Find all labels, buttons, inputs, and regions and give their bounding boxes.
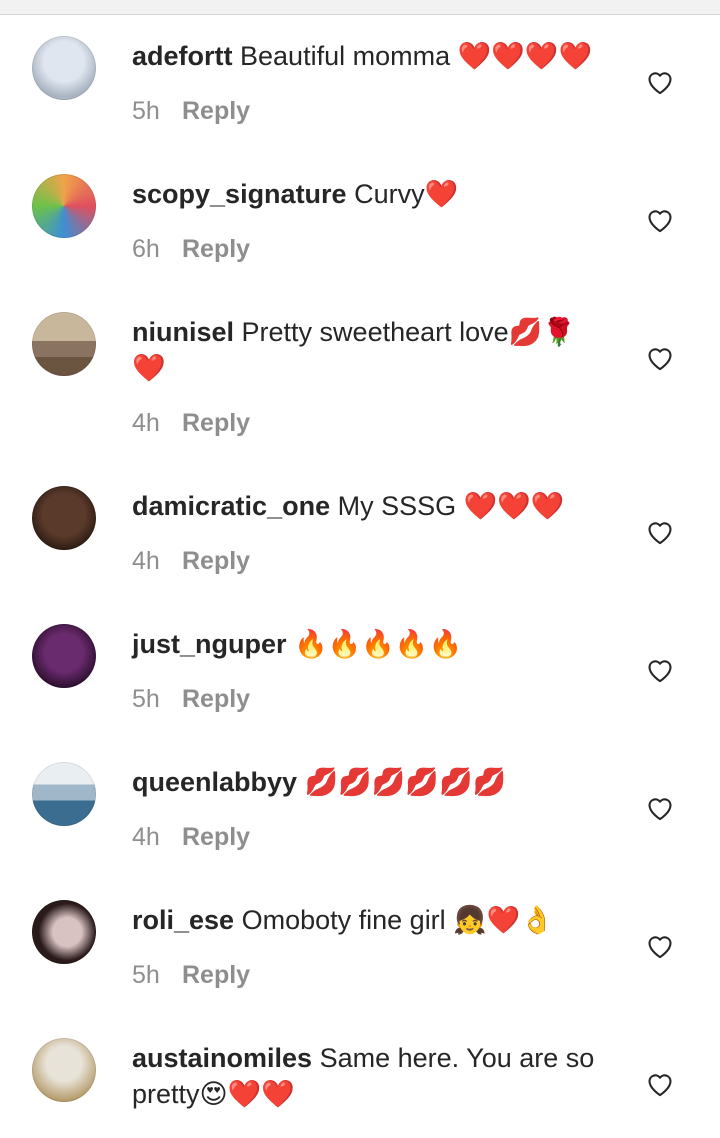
comment-text: damicratic_one My SSSG ❤️❤️❤️	[132, 488, 602, 524]
avatar[interactable]	[32, 1038, 96, 1102]
comment-item: scopy_signature Curvy❤️ 6h Reply	[0, 174, 720, 264]
comment-meta: 4h Reply	[132, 822, 602, 852]
heart-outline-icon[interactable]	[646, 933, 674, 959]
comment-message: Beautiful momma ❤️❤️❤️❤️	[240, 41, 593, 71]
avatar[interactable]	[32, 312, 96, 376]
comment-time: 6h	[132, 235, 160, 263]
avatar[interactable]	[32, 174, 96, 238]
reply-button[interactable]: Reply	[182, 96, 250, 126]
comment-item: adefortt Beautiful momma ❤️❤️❤️❤️ 5h Rep…	[0, 36, 720, 126]
comment-username[interactable]: damicratic_one	[132, 491, 330, 521]
comment-item: just_nguper 🔥🔥🔥🔥🔥 5h Reply	[0, 624, 720, 714]
heart-outline-icon[interactable]	[646, 69, 674, 95]
comment-username[interactable]: niunisel	[132, 317, 234, 347]
comment-list: adefortt Beautiful momma ❤️❤️❤️❤️ 5h Rep…	[0, 36, 720, 1112]
reply-button[interactable]: Reply	[182, 234, 250, 264]
comment-time: 4h	[132, 409, 160, 437]
comment-message: 💋💋💋💋💋💋	[304, 767, 507, 797]
heart-outline-icon[interactable]	[646, 795, 674, 821]
comment-meta: 5h Reply	[132, 960, 602, 990]
comment-text: roli_ese Omoboty fine girl 👧❤️👌	[132, 902, 602, 938]
avatar[interactable]	[32, 36, 96, 100]
heart-outline-icon[interactable]	[646, 657, 674, 683]
comment-text: niunisel Pretty sweetheart love💋🌹❤️	[132, 314, 602, 386]
comment-meta: 5h Reply	[132, 684, 602, 714]
comment-username[interactable]: austainomiles	[132, 1043, 312, 1073]
heart-outline-icon[interactable]	[646, 1071, 674, 1097]
comment-meta: 4h Reply	[132, 546, 602, 576]
comment-time: 4h	[132, 547, 160, 575]
comment-item: queenlabbyy 💋💋💋💋💋💋 4h Reply	[0, 762, 720, 852]
heart-outline-icon[interactable]	[646, 207, 674, 233]
comment-username[interactable]: scopy_signature	[132, 179, 347, 209]
reply-button[interactable]: Reply	[182, 408, 250, 438]
comment-username[interactable]: queenlabbyy	[132, 767, 297, 797]
heart-outline-icon[interactable]	[646, 345, 674, 371]
comment-time: 4h	[132, 823, 160, 851]
comment-item: niunisel Pretty sweetheart love💋🌹❤️ 4h R…	[0, 312, 720, 438]
comment-message: Curvy❤️	[354, 179, 459, 209]
comment-meta: 4h Reply	[132, 408, 602, 438]
comment-time: 5h	[132, 961, 160, 989]
comment-text: queenlabbyy 💋💋💋💋💋💋	[132, 764, 602, 800]
comment-message: Omoboty fine girl 👧❤️👌	[241, 905, 555, 935]
comment-meta: 5h Reply	[132, 96, 602, 126]
comment-item: damicratic_one My SSSG ❤️❤️❤️ 4h Reply	[0, 486, 720, 576]
comment-time: 5h	[132, 97, 160, 125]
comment-text: just_nguper 🔥🔥🔥🔥🔥	[132, 626, 602, 662]
comment-item: austainomiles Same here. You are so pret…	[0, 1038, 720, 1112]
comment-username[interactable]: adefortt	[132, 41, 233, 71]
avatar[interactable]	[32, 624, 96, 688]
avatar[interactable]	[32, 486, 96, 550]
reply-button[interactable]: Reply	[182, 822, 250, 852]
comment-username[interactable]: roli_ese	[132, 905, 234, 935]
reply-button[interactable]: Reply	[182, 546, 250, 576]
comment-text: scopy_signature Curvy❤️	[132, 176, 602, 212]
comment-item: roli_ese Omoboty fine girl 👧❤️👌 5h Reply	[0, 900, 720, 990]
comment-text: austainomiles Same here. You are so pret…	[132, 1040, 602, 1112]
comment-meta: 6h Reply	[132, 234, 602, 264]
top-divider	[0, 0, 720, 15]
avatar[interactable]	[32, 900, 96, 964]
heart-outline-icon[interactable]	[646, 519, 674, 545]
avatar[interactable]	[32, 762, 96, 826]
comment-time: 5h	[132, 685, 160, 713]
reply-button[interactable]: Reply	[182, 960, 250, 990]
comment-text: adefortt Beautiful momma ❤️❤️❤️❤️	[132, 38, 602, 74]
comment-message: My SSSG ❤️❤️❤️	[337, 491, 565, 521]
comment-username[interactable]: just_nguper	[132, 629, 287, 659]
reply-button[interactable]: Reply	[182, 684, 250, 714]
comment-message: 🔥🔥🔥🔥🔥	[294, 629, 463, 659]
